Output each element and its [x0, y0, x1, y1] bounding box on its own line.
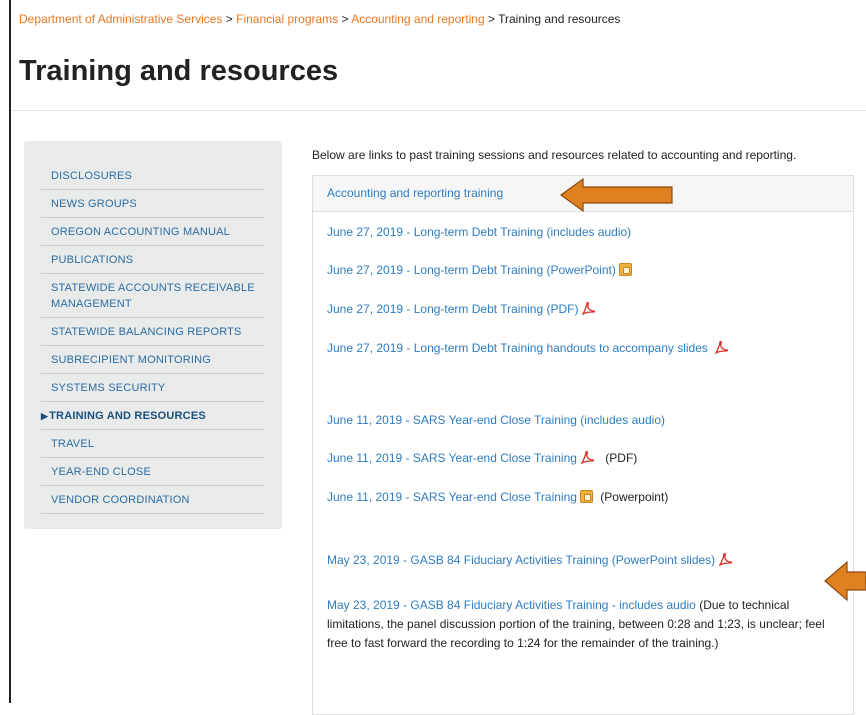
breadcrumb-link-financial-programs[interactable]: Financial programs	[236, 12, 338, 26]
sidebar-item-training-resources[interactable]: ▶TRAINING AND RESOURCES	[41, 402, 265, 430]
breadcrumb-separator: >	[225, 12, 233, 26]
sars-training-ppt-row: June 11, 2019 - SARS Year-end Close Trai…	[327, 490, 668, 504]
page-title: Training and resources	[19, 55, 339, 87]
link-gasb84-slides[interactable]: May 23, 2019 - GASB 84 Fiduciary Activit…	[327, 553, 733, 567]
title-divider	[11, 110, 866, 111]
link-text: June 11, 2019 - SARS Year-end Close Trai…	[327, 413, 665, 427]
link-sars-training-audio[interactable]: June 11, 2019 - SARS Year-end Close Trai…	[327, 413, 665, 427]
intro-text: Below are links to past training session…	[312, 148, 797, 162]
link-gasb84-audio[interactable]: May 23, 2019 - GASB 84 Fiduciary Activit…	[327, 598, 696, 612]
sidebar-item-oregon-accounting-manual[interactable]: OREGON ACCOUNTING MANUAL	[41, 218, 265, 246]
arrow-left-icon	[824, 560, 866, 602]
format-label-powerpoint: (Powerpoint)	[600, 490, 669, 504]
breadcrumb-separator: >	[487, 12, 495, 26]
sidebar-item-systems-security[interactable]: SYSTEMS SECURITY	[41, 374, 265, 402]
pdf-icon	[714, 341, 728, 354]
link-text: June 27, 2019 - Long-term Debt Training …	[327, 341, 708, 355]
sidebar-item-year-end-close[interactable]: YEAR-END CLOSE	[41, 458, 265, 486]
link-text: June 11, 2019 - SARS Year-end Close Trai…	[327, 451, 577, 465]
link-text: May 23, 2019 - GASB 84 Fiduciary Activit…	[327, 553, 716, 567]
powerpoint-icon	[618, 263, 632, 276]
link-sars-training-ppt[interactable]: June 11, 2019 - SARS Year-end Close Trai…	[327, 490, 593, 504]
gasb84-audio-item: May 23, 2019 - GASB 84 Fiduciary Activit…	[327, 596, 847, 653]
sidebar-item-travel[interactable]: TRAVEL	[41, 430, 265, 458]
sidebar-item-accounts-receivable[interactable]: STATEWIDE ACCOUNTS RECEIVABLE MANAGEMENT	[41, 274, 265, 318]
link-text: June 27, 2019 - Long-term Debt Training …	[327, 302, 579, 316]
sidebar-item-publications[interactable]: PUBLICATIONS	[41, 246, 265, 274]
link-sars-training-pdf[interactable]: June 11, 2019 - SARS Year-end Close Trai…	[327, 451, 594, 465]
sidebar-item-subrecipient-monitoring[interactable]: SUBRECIPIENT MONITORING	[41, 346, 265, 374]
pdf-icon	[718, 553, 733, 566]
breadcrumb-link-das[interactable]: Department of Administrative Services	[19, 12, 222, 26]
sidebar-item-disclosures[interactable]: DISCLOSURES	[41, 162, 265, 190]
breadcrumb-current: Training and resources	[498, 12, 621, 26]
link-text: June 11, 2019 - SARS Year-end Close Trai…	[327, 490, 577, 504]
link-text: June 27, 2019 - Long-term Debt Training …	[327, 263, 616, 277]
pdf-icon	[582, 302, 596, 315]
powerpoint-icon	[579, 490, 593, 503]
pdf-icon	[580, 451, 594, 464]
sidebar-item-balancing-reports[interactable]: STATEWIDE BALANCING REPORTS	[41, 318, 265, 346]
breadcrumb-link-accounting-reporting[interactable]: Accounting and reporting	[351, 12, 484, 26]
format-label-pdf: (PDF)	[605, 451, 638, 465]
sidebar-item-news-groups[interactable]: NEWS GROUPS	[41, 190, 265, 218]
sidebar-item-vendor-coordination[interactable]: VENDOR COORDINATION	[41, 486, 265, 514]
arrow-left-icon	[559, 177, 673, 213]
active-marker-icon: ▶	[41, 411, 49, 421]
sars-training-pdf-row: June 11, 2019 - SARS Year-end Close Trai…	[327, 451, 637, 465]
panel-heading-link[interactable]: Accounting and reporting training	[327, 186, 503, 200]
sidebar-nav: DISCLOSURES NEWS GROUPS OREGON ACCOUNTIN…	[24, 141, 282, 529]
breadcrumb-separator: >	[341, 12, 349, 26]
link-debt-training-pdf[interactable]: June 27, 2019 - Long-term Debt Training …	[327, 302, 596, 316]
link-debt-training-ppt[interactable]: June 27, 2019 - Long-term Debt Training …	[327, 263, 632, 277]
link-debt-training-audio[interactable]: June 27, 2019 - Long-term Debt Training …	[327, 225, 631, 239]
link-debt-training-handouts[interactable]: June 27, 2019 - Long-term Debt Training …	[327, 341, 728, 355]
link-text: June 27, 2019 - Long-term Debt Training …	[327, 225, 632, 239]
sidebar-item-label: TRAINING AND RESOURCES	[49, 410, 206, 422]
breadcrumb: Department of Administrative Services > …	[19, 12, 620, 26]
